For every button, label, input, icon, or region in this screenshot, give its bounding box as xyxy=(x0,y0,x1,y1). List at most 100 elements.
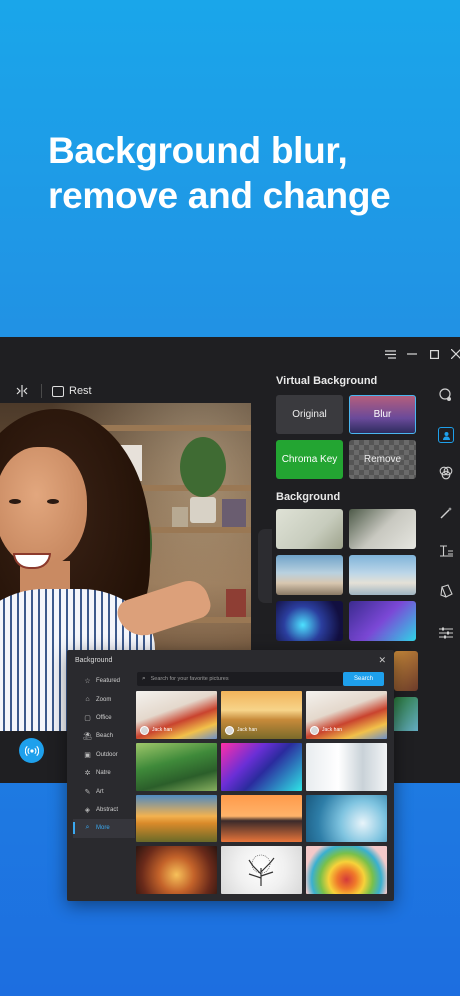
category-nature[interactable]: ✲ Natre xyxy=(73,764,135,782)
tree-silhouette xyxy=(248,855,275,887)
sliders-icon[interactable] xyxy=(438,625,454,641)
category-abstract[interactable]: ◈ Abstract xyxy=(73,801,135,819)
magic-wand-icon[interactable] xyxy=(438,505,454,521)
background-thumbnails xyxy=(276,509,420,641)
picture-tile[interactable] xyxy=(136,794,217,843)
category-sidebar: ☆ Featured ⌂ Zoom ▢ Office ⛱ Beach ▣ Outdoor … xyxy=(73,672,135,838)
category-more[interactable]: ⌕ More xyxy=(73,819,135,838)
hero-line-1: Background blur, xyxy=(48,130,348,171)
portrait-icon[interactable] xyxy=(438,427,454,443)
category-label: Outdoor xyxy=(96,751,118,758)
author-name: Jack han xyxy=(322,727,343,734)
option-remove[interactable]: Remove xyxy=(349,440,416,479)
category-beach[interactable]: ⛱ Beach xyxy=(73,727,135,745)
outdoor-icon: ▣ xyxy=(84,751,91,759)
filters-icon[interactable] xyxy=(438,465,454,481)
virtual-background-panel: Virtual Background Original Blur Chroma … xyxy=(276,375,420,641)
rest-label: Rest xyxy=(69,385,92,397)
avatar xyxy=(225,725,234,735)
decor-book xyxy=(226,589,246,617)
background-thumb-partial[interactable] xyxy=(394,651,418,691)
toolbar-divider xyxy=(41,384,42,398)
decor-frame xyxy=(172,507,188,527)
background-thumb[interactable] xyxy=(349,509,416,549)
picture-author: Jack han xyxy=(140,725,173,735)
background-thumb[interactable] xyxy=(276,509,343,549)
beach-icon: ⛱ xyxy=(83,733,92,741)
broadcast-button[interactable] xyxy=(19,738,44,763)
option-chroma-key[interactable]: Chroma Key xyxy=(276,440,343,479)
hero-headline: Background blur, remove and change xyxy=(48,128,391,218)
minimize-icon[interactable] xyxy=(404,346,420,362)
maximize-icon[interactable] xyxy=(426,346,442,362)
background-thumb[interactable] xyxy=(349,555,416,595)
menu-icon[interactable] xyxy=(382,346,398,362)
picture-tile[interactable] xyxy=(136,742,217,791)
person-face xyxy=(0,447,87,569)
picture-tile[interactable]: Jack han xyxy=(136,691,217,739)
text-icon[interactable] xyxy=(438,543,454,559)
picture-tile[interactable] xyxy=(136,846,217,895)
category-featured[interactable]: ☆ Featured xyxy=(73,672,135,690)
picture-tile[interactable] xyxy=(306,742,387,791)
search-icon: ⌕ xyxy=(142,675,146,682)
picture-tile[interactable]: Jack han xyxy=(221,691,302,739)
category-label: Art xyxy=(96,788,104,795)
sticker-icon[interactable] xyxy=(438,583,454,599)
panel-collapse-handle[interactable] xyxy=(258,529,272,603)
avatar xyxy=(310,725,319,735)
category-office[interactable]: ▢ Office xyxy=(73,709,135,727)
office-icon: ▢ xyxy=(84,714,91,722)
picture-tile[interactable] xyxy=(306,846,387,895)
category-outdoor[interactable]: ▣ Outdoor xyxy=(73,746,135,764)
dialog-title: Background xyxy=(75,657,113,664)
zoom-icon: ⌂ xyxy=(85,696,90,704)
author-name: Jack han xyxy=(152,727,173,734)
option-blur[interactable]: Blur xyxy=(349,395,416,434)
broadcast-icon xyxy=(24,745,39,756)
category-label: Beach xyxy=(96,733,114,740)
decor-book xyxy=(222,499,246,527)
dialog-close-icon[interactable]: ✕ xyxy=(378,655,386,666)
author-name: Jack han xyxy=(237,727,258,734)
search-input[interactable] xyxy=(150,676,331,682)
category-label: Abstract xyxy=(96,806,119,813)
picture-tile[interactable] xyxy=(221,846,302,895)
effects-icon[interactable] xyxy=(438,387,454,403)
picture-tile[interactable] xyxy=(221,794,302,843)
picture-author: Jack han xyxy=(225,725,258,735)
person-eye xyxy=(9,499,21,504)
hero-line-2: remove and change xyxy=(48,175,391,216)
picture-search: ⌕ xyxy=(137,672,343,686)
virtual-background-title: Virtual Background xyxy=(276,375,378,387)
category-art[interactable]: ✎ Art xyxy=(73,782,135,800)
picture-tile[interactable] xyxy=(306,794,387,843)
avatar xyxy=(140,725,149,735)
flip-icon[interactable] xyxy=(15,384,29,398)
background-thumb[interactable] xyxy=(276,601,343,641)
decor-pot xyxy=(190,497,216,523)
art-icon: ✎ xyxy=(84,788,91,796)
person-eye xyxy=(47,499,59,504)
close-icon[interactable] xyxy=(448,346,460,362)
option-original[interactable]: Original xyxy=(276,395,343,434)
category-zoom[interactable]: ⌂ Zoom xyxy=(73,690,135,708)
rest-button[interactable]: Rest xyxy=(52,385,92,397)
video-toolbar: Rest xyxy=(0,377,272,405)
picture-tile[interactable] xyxy=(221,742,302,791)
more-icon: ⌕ xyxy=(85,824,90,832)
background-thumb[interactable] xyxy=(276,555,343,595)
category-label: Featured xyxy=(96,678,121,685)
background-dialog: Background ✕ ☆ Featured ⌂ Zoom ▢ Office ⛱ Be… xyxy=(67,650,394,901)
background-section-title: Background xyxy=(276,491,341,503)
category-label: Zoom xyxy=(96,696,112,703)
title-bar xyxy=(0,337,460,371)
search-button[interactable]: Search xyxy=(343,672,384,686)
picture-tile[interactable]: Jack han xyxy=(306,691,387,739)
category-label: More xyxy=(96,825,110,832)
virtual-background-options: Original Blur Chroma Key Remove xyxy=(276,395,420,479)
decor-plant xyxy=(180,437,226,497)
rest-icon xyxy=(52,385,64,397)
picture-author: Jack han xyxy=(310,725,343,735)
background-thumb[interactable] xyxy=(349,601,416,641)
